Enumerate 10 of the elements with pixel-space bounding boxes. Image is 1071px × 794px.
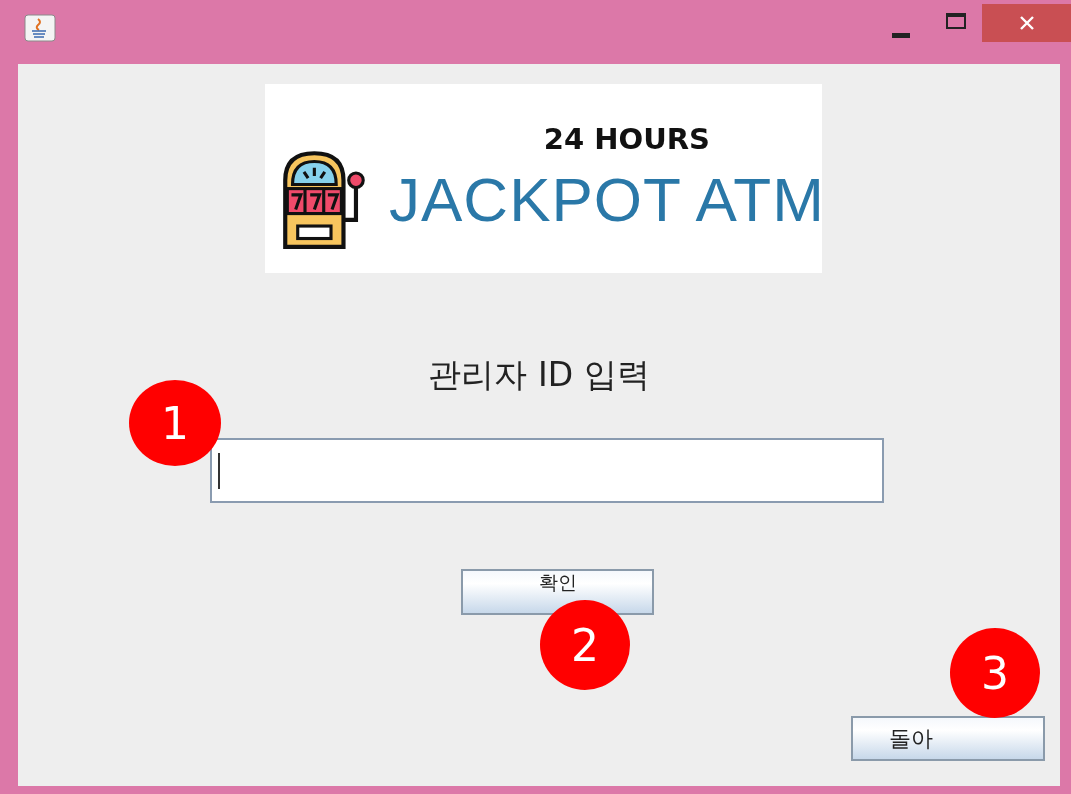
back-button[interactable]: 돌아 [851,716,1045,761]
minimize-icon[interactable] [892,32,910,38]
close-icon [1018,15,1035,31]
confirm-button[interactable]: 확인 [461,569,654,615]
banner-title: JACKPOT ATM [389,164,825,235]
prompt-label: 관리자 ID 입력 [428,354,650,396]
id-input-field[interactable] [210,438,884,503]
banner-tagline: 24 HOURS [543,122,710,156]
maximize-icon[interactable] [946,13,966,29]
app-icon [24,14,56,42]
